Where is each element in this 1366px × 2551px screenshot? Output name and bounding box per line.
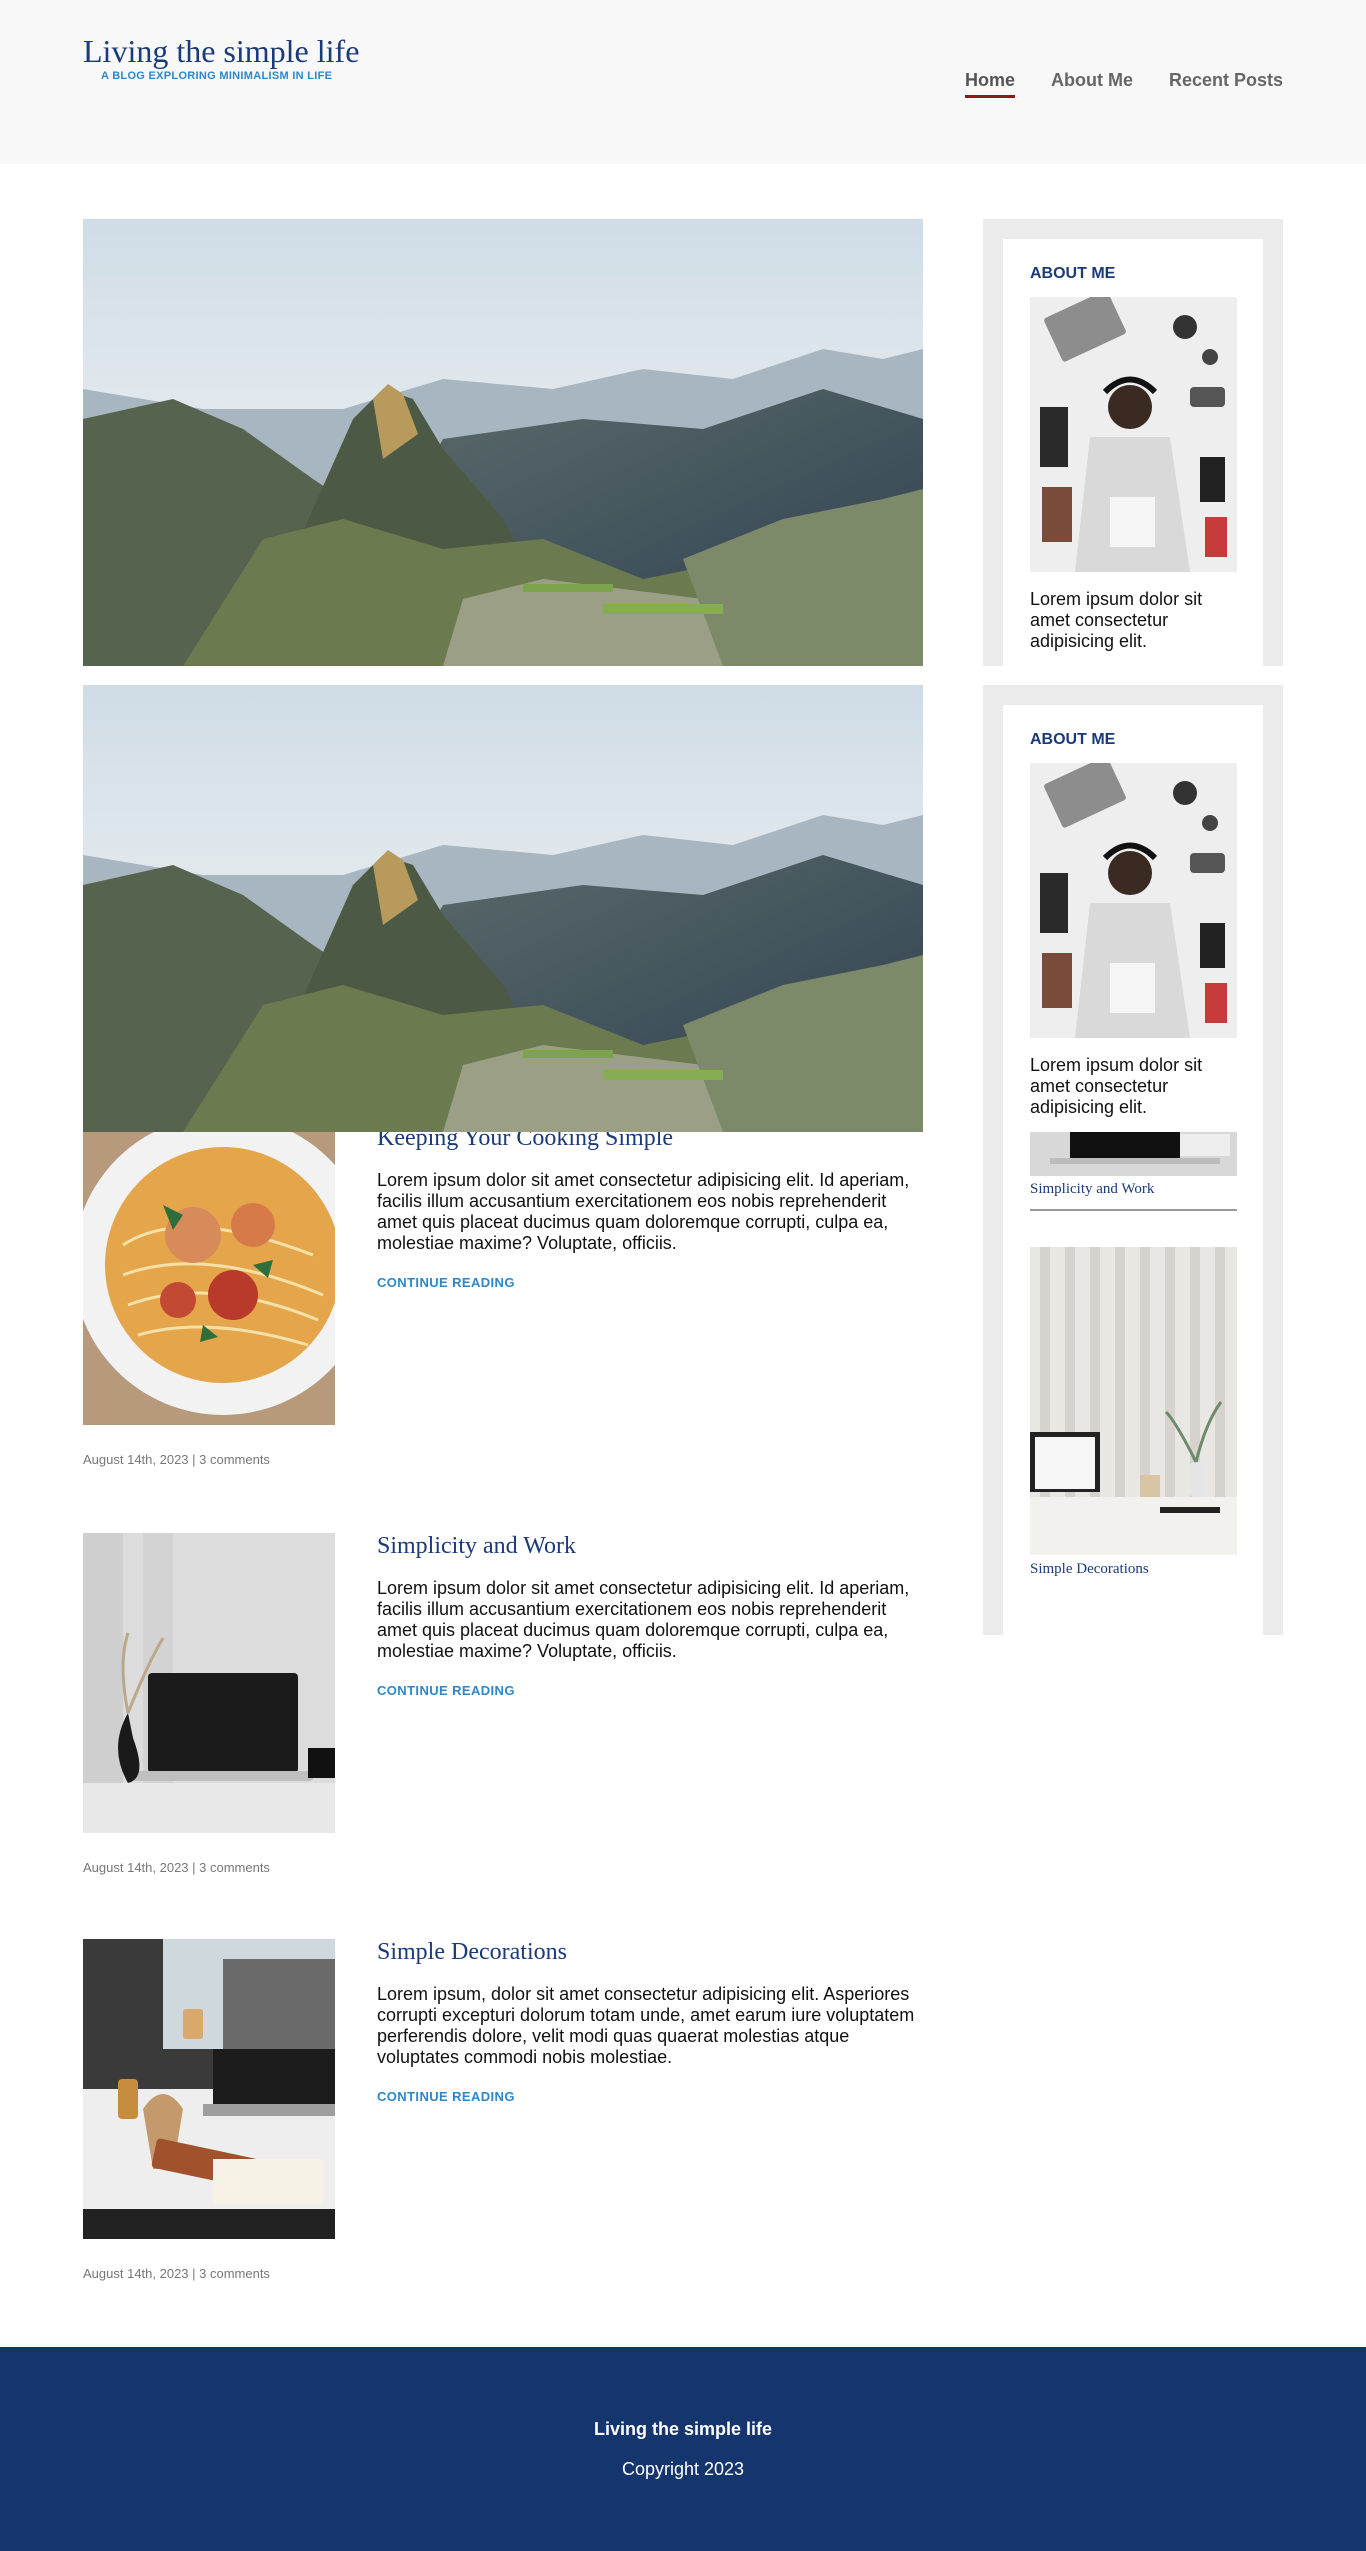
about-text: Lorem ipsum dolor sit amet consectetur a… <box>1030 1055 1203 1117</box>
widget-card: ABOUT ME Lorem ipsum dolor sit amet cons… <box>1003 239 1263 666</box>
divider <box>1030 1209 1237 1211</box>
post-excerpt: Lorem ipsum dolor sit amet consectetur a… <box>377 1578 910 1661</box>
widget-title: ABOUT ME <box>1030 265 1116 282</box>
site-tagline: A BLOG EXPLORING MINIMALISM IN LIFE <box>101 70 333 83</box>
widget-title: ABOUT ME <box>1030 731 1116 748</box>
post-thumbnail[interactable] <box>83 1125 335 1425</box>
nav-item-about-me[interactable]: About Me <box>1051 70 1133 98</box>
post-title[interactable]: Simplicity and Work <box>377 1533 576 1560</box>
recent-post-link[interactable]: Simplicity and Work <box>1030 1181 1154 1198</box>
continue-reading-link[interactable]: CONTINUE READING <box>377 2089 515 2104</box>
recent-post-thumbnail[interactable] <box>1030 1247 1237 1555</box>
site-footer: Living the simple life Copyright 2023 <box>0 2347 1366 2551</box>
sidebar-widget-about: ABOUT ME Lorem ipsum dolor sit amet cons… <box>983 219 1283 666</box>
main-nav: Home About Me Recent Posts <box>964 70 1283 98</box>
post-meta: August 14th, 2023 | 3 comments <box>83 2266 270 2281</box>
recent-post-link[interactable]: Simple Decorations <box>1030 1561 1149 1578</box>
nav-item-recent-posts[interactable]: Recent Posts <box>1169 70 1283 98</box>
about-photo <box>1030 297 1237 572</box>
footer-copyright: Copyright 2023 <box>621 2459 745 2479</box>
about-text: Lorem ipsum dolor sit amet consectetur a… <box>1030 589 1203 651</box>
sidebar-widget-about-recent: ABOUT ME Lorem ipsum dolor sit amet cons… <box>983 685 1283 1635</box>
footer-title: Living the simple life <box>593 2419 773 2439</box>
recent-post-thumbnail[interactable] <box>1030 1132 1237 1176</box>
post-excerpt: Lorem ipsum dolor sit amet consectetur a… <box>377 1170 910 1253</box>
post-meta: August 14th, 2023 | 3 comments <box>83 1860 270 1875</box>
post-thumbnail[interactable] <box>83 1533 335 1833</box>
hero-image-overlay <box>83 685 923 1132</box>
brand[interactable]: Living the simple life A BLOG EXPLORING … <box>83 33 359 83</box>
widget-card: ABOUT ME Lorem ipsum dolor sit amet cons… <box>1003 705 1263 1635</box>
nav-item-home[interactable]: Home <box>964 70 1015 98</box>
post-meta: August 14th, 2023 | 3 comments <box>83 1452 270 1467</box>
hero-image <box>83 219 923 666</box>
site-header: Living the simple life A BLOG EXPLORING … <box>0 0 1366 164</box>
site-title[interactable]: Living the simple life <box>83 33 359 69</box>
continue-reading-link[interactable]: CONTINUE READING <box>377 1683 515 1698</box>
continue-reading-link[interactable]: CONTINUE READING <box>377 1275 515 1290</box>
post-title[interactable]: Simple Decorations <box>377 1939 567 1966</box>
post-excerpt: Lorem ipsum, dolor sit amet consectetur … <box>377 1984 915 2067</box>
post-thumbnail[interactable] <box>83 1939 335 2239</box>
about-photo <box>1030 763 1237 1038</box>
